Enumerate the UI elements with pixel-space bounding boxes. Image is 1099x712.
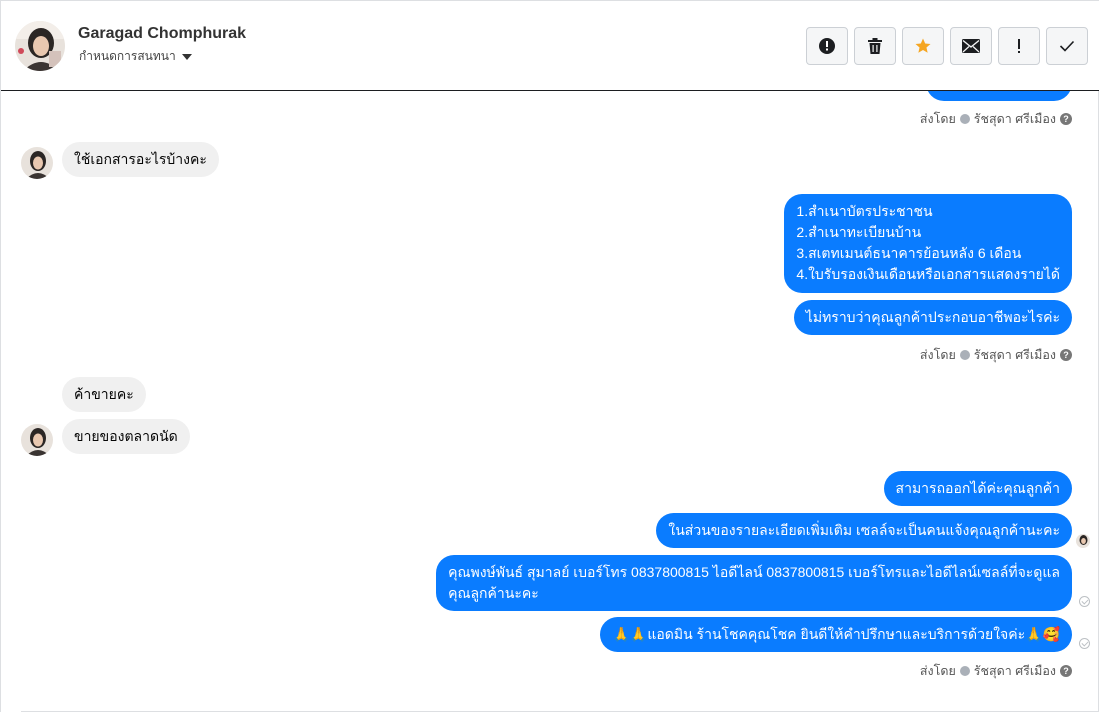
sender-status-icon: [959, 350, 970, 360]
document-item-3: 3.สเตทเมนต์ธนาคารย้อนหลัง 6 เดือน: [796, 245, 1022, 261]
sender-name[interactable]: รัชสุดา ศรีเมือง: [974, 661, 1056, 681]
sent-by-label: ส่งโดย: [919, 664, 956, 678]
mark-spam-button[interactable]: [806, 27, 848, 65]
assign-conversation-dropdown[interactable]: กำหนดการสนทนา: [79, 47, 192, 66]
sent-by-row: ส่งโดย รัชสุดา ศรีเมือง ?: [920, 345, 1072, 365]
trash-icon: [868, 38, 882, 54]
document-item-2: 2.สำเนาทะเบียนบ้าน: [796, 224, 922, 240]
assign-label: กำหนดการสนทนา: [79, 49, 176, 63]
outgoing-message-documents[interactable]: 1.สำเนาบัตรประชาชน 2.สำเนาทะเบียนบ้าน 3.…: [784, 194, 1072, 293]
envelope-icon: [962, 39, 980, 53]
message-line-1: คุณพงษ์พันธ์ สุมาลย์ เบอร์โทร 0837800815…: [448, 564, 1060, 580]
sent-by-row: ส่งโดย รัชสุดา ศรีเมือง ?: [920, 661, 1072, 681]
contact-name: Garagad Chomphurak: [78, 25, 247, 42]
caret-down-icon: [181, 53, 192, 60]
incoming-message[interactable]: ขายของตลาดนัด: [62, 419, 190, 454]
checkmark-icon: [1059, 40, 1075, 52]
exclamation-icon: [1018, 39, 1020, 53]
outgoing-message-sales-contact[interactable]: คุณพงษ์พันธ์ สุมาลย์ เบอร์โทร 0837800815…: [436, 555, 1072, 611]
message-bubble-cutoff[interactable]: [926, 91, 1072, 101]
sender-name[interactable]: รัชสุดา ศรีเมือง: [974, 109, 1056, 129]
help-icon[interactable]: ?: [1060, 113, 1072, 125]
help-icon[interactable]: ?: [1060, 349, 1072, 361]
mark-done-button[interactable]: [1046, 27, 1088, 65]
sender-status-icon: [959, 114, 970, 124]
document-item-4: 4.ใบรับรองเงินเดือนหรือเอกสารแสดงรายได้: [796, 266, 1060, 282]
contact-avatar-small: [21, 424, 53, 456]
mark-unread-button[interactable]: [950, 27, 992, 65]
contact-avatar[interactable]: [15, 21, 65, 71]
star-icon: [915, 38, 931, 53]
alert-circle-icon: [819, 38, 835, 54]
sent-by-row: ส่งโดย รัชสุดา ศรีเมือง ?: [920, 109, 1072, 129]
sender-name[interactable]: รัชสุดา ศรีเมือง: [974, 345, 1056, 365]
help-icon[interactable]: ?: [1060, 665, 1072, 677]
delivered-check-icon: [1079, 596, 1090, 607]
contact-avatar-small: [21, 147, 53, 179]
delivered-check-icon: [1079, 638, 1090, 649]
delete-button[interactable]: [854, 27, 896, 65]
follow-up-button[interactable]: [998, 27, 1040, 65]
sender-status-icon: [959, 666, 970, 676]
incoming-message[interactable]: ใช้เอกสารอะไรบ้างคะ: [62, 142, 219, 177]
sent-by-label: ส่งโดย: [919, 348, 956, 362]
read-receipt-avatar: [1076, 534, 1090, 548]
outgoing-message[interactable]: ไม่ทราบว่าคุณลูกค้าประกอบอาชีพอะไรค่ะ: [793, 300, 1072, 335]
conversation-header: Garagad Chomphurak กำหนดการสนทนา: [1, 1, 1099, 91]
message-thread: ส่งโดย รัชสุดา ศรีเมือง ? ใช้เอกสารอะไรบ…: [1, 91, 1099, 712]
outgoing-message[interactable]: 🙏🙏แอดมิน ร้านโชคคุณโชค ยินดีให้คำปรึกษาแ…: [600, 617, 1072, 652]
incoming-message[interactable]: ค้าขายคะ: [62, 377, 146, 412]
sent-by-label: ส่งโดย: [919, 112, 956, 126]
conversation-toolbar: [806, 27, 1088, 65]
conversation-panel: Garagad Chomphurak กำหนดการสนทนา ส่งโดย …: [0, 0, 1099, 712]
message-line-2: คุณลูกค้านะคะ: [448, 585, 539, 601]
document-item-1: 1.สำเนาบัตรประชาชน: [796, 203, 933, 219]
star-button[interactable]: [902, 27, 944, 65]
outgoing-message[interactable]: ในส่วนของรายละเอียดเพิ่มเติม เซลล์จะเป็น…: [656, 513, 1072, 548]
outgoing-message[interactable]: สามารถออกได้ค่ะคุณลูกค้า: [883, 471, 1072, 506]
